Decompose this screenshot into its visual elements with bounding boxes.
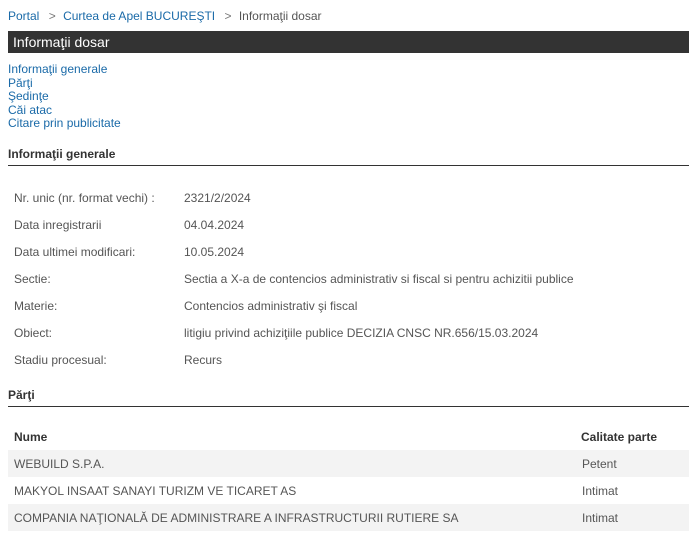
info-label: Obiect: (14, 326, 53, 340)
info-value: 04.04.2024 (184, 218, 245, 232)
info-row-stadiu-procesual: Stadiu procesual: Recurs (14, 353, 222, 367)
breadcrumb: Portal > Curtea de Apel BUCUREŞTI > Info… (8, 9, 322, 23)
page-title: Informaţii dosar (8, 31, 689, 53)
info-label: Nr. unic (nr. format vechi) : (14, 191, 155, 205)
table-header-row: Nume Calitate parte (8, 424, 689, 450)
party-name: WEBUILD S.P.A. (14, 457, 105, 471)
info-value: Recurs (184, 353, 223, 367)
info-row-data-inregistrarii: Data inregistrarii 04.04.2024 (14, 218, 244, 232)
anchor-link-informatii-generale[interactable]: Informaţii generale (8, 62, 121, 77)
table-row: WEBUILD S.P.A. Petent (8, 450, 689, 477)
section-anchor-list: Informaţii generale Părţi Şedinţe Căi at… (8, 62, 121, 131)
section-heading-informatii-generale: Informaţii generale (8, 147, 689, 166)
info-label: Stadiu procesual: (14, 353, 107, 367)
party-role: Intimat (582, 484, 619, 498)
info-value: 2321/2/2024 (184, 191, 251, 205)
breadcrumb-separator: > (224, 9, 232, 23)
column-header-nume: Nume (14, 430, 48, 444)
info-label: Materie: (14, 299, 58, 313)
table-row: COMPANIA NAŢIONALĂ DE ADMINISTRARE A INF… (8, 504, 689, 531)
parti-table: Nume Calitate parte WEBUILD S.P.A. Peten… (8, 424, 689, 531)
info-value: litigiu privind achiziţiile publice DECI… (184, 326, 539, 340)
anchor-link-parti[interactable]: Părţi (8, 76, 121, 91)
party-name: MAKYOL INSAAT SANAYI TURIZM VE TICARET A… (14, 484, 297, 498)
breadcrumb-separator: > (48, 9, 56, 23)
breadcrumb-link-court[interactable]: Curtea de Apel BUCUREŞTI (63, 9, 215, 23)
info-value: 10.05.2024 (184, 245, 245, 259)
party-role: Intimat (582, 511, 619, 525)
anchor-link-sedinte[interactable]: Şedinţe (8, 89, 121, 104)
column-header-calitate-parte: Calitate parte (581, 430, 658, 444)
party-role: Petent (582, 457, 617, 471)
info-row-nr-unic: Nr. unic (nr. format vechi) : 2321/2/2024 (14, 191, 251, 205)
info-row-sectie: Sectie: Sectia a X-a de contencios admini… (14, 272, 574, 286)
breadcrumb-link-portal[interactable]: Portal (8, 9, 39, 23)
party-name: COMPANIA NAŢIONALĂ DE ADMINISTRARE A INF… (14, 511, 459, 525)
info-value: Contencios administrativ şi fiscal (184, 299, 358, 313)
anchor-link-cai-atac[interactable]: Căi atac (8, 103, 121, 118)
anchor-link-citare-prin-publicitate[interactable]: Citare prin publicitate (8, 116, 121, 131)
table-row: MAKYOL INSAAT SANAYI TURIZM VE TICARET A… (8, 477, 689, 504)
info-label: Sectie: (14, 272, 51, 286)
info-row-obiect: Obiect: litigiu privind achiziţiile publi… (14, 326, 538, 340)
breadcrumb-current: Informaţii dosar (238, 9, 322, 23)
info-value: Sectia a X-a de contencios administrativ… (184, 272, 574, 286)
info-row-materie: Materie: Contencios administrativ şi fisc… (14, 299, 357, 313)
section-heading-parti: Părţi (8, 388, 689, 407)
info-label: Data inregistrarii (14, 218, 102, 232)
info-row-data-ultimei-modificari: Data ultimei modificari: 10.05.2024 (14, 245, 244, 259)
info-label: Data ultimei modificari: (14, 245, 136, 259)
